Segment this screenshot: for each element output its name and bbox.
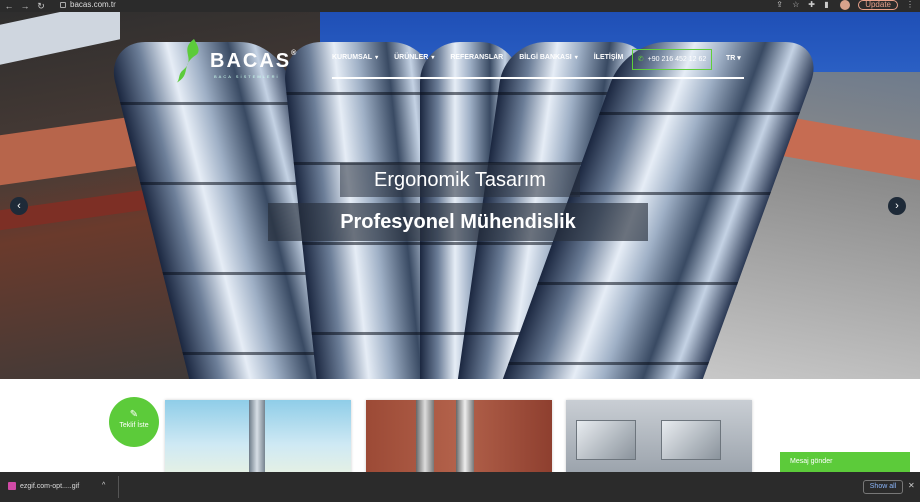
extensions-icon[interactable]: ✚ [808, 1, 816, 9]
nav-item-referanslar[interactable]: REFERANSLAR [450, 54, 503, 61]
nav-item-kurumsal[interactable]: KURUMSAL ▾ [332, 54, 378, 61]
chevron-right-icon: › [895, 200, 899, 212]
edit-icon: ✎ [129, 409, 139, 420]
product-card[interactable] [165, 400, 351, 475]
slider-prev-button[interactable]: ‹ [10, 197, 28, 215]
chevron-down-icon: ▾ [431, 55, 435, 61]
site-logo[interactable]: BACAS® BACA SİSTEMLERİ [174, 38, 298, 84]
nav-item-bilgi-bankasi[interactable]: BİLGİ BANKASI ▾ [519, 54, 578, 61]
download-bar: ezgif.com-opt.....gif ^ Show all ✕ [0, 472, 920, 502]
profile-avatar[interactable] [840, 0, 851, 10]
reload-icon[interactable]: ↻ [36, 1, 46, 11]
hero-slider: ‹ › Ergonomik Tasarım Profesyonel Mühend… [0, 12, 920, 379]
phone-icon: ✆ [637, 56, 644, 63]
back-icon[interactable]: ← [4, 1, 14, 11]
language-selector[interactable]: TR ▾ [726, 54, 741, 62]
main-nav: KURUMSAL ▾ ÜRÜNLER ▾ REFERANSLAR BİLGİ BAN… [332, 54, 623, 61]
chevron-left-icon: ‹ [17, 200, 21, 212]
share-icon[interactable]: ⇪ [776, 1, 784, 9]
close-icon[interactable]: ✕ [908, 481, 915, 490]
chevron-down-icon: ▾ [574, 55, 578, 61]
download-separator [118, 476, 119, 498]
logo-subtitle: BACA SİSTEMLERİ [214, 74, 280, 79]
show-all-button[interactable]: Show all [863, 480, 903, 494]
browser-toolbar: ← → ↻ bacas.com.tr ⇪ ☆ ✚ ▮ Update ⋮ [0, 0, 920, 12]
url-text: bacas.com.tr [70, 0, 116, 9]
chevron-down-icon: ▾ [375, 55, 379, 61]
product-card[interactable] [566, 400, 752, 475]
download-item[interactable]: ezgif.com-opt.....gif [8, 482, 79, 490]
chevron-up-icon[interactable]: ^ [102, 482, 105, 489]
address-bar[interactable]: bacas.com.tr [60, 0, 116, 10]
nav-item-iletisim[interactable]: İLETİŞİM [594, 54, 624, 61]
forward-icon[interactable]: → [20, 1, 30, 11]
teklif-iste-button[interactable]: ✎ Teklif İste [109, 397, 159, 447]
update-button[interactable]: Update [858, 0, 898, 10]
product-card[interactable] [366, 400, 552, 475]
browser-nav: ← → ↻ [4, 1, 46, 11]
nav-item-urunler[interactable]: ÜRÜNLER ▾ [394, 54, 434, 61]
logo-leaf-icon [176, 39, 199, 83]
gif-file-icon [8, 482, 16, 490]
bookmark-star-icon[interactable]: ☆ [792, 1, 800, 9]
slider-next-button[interactable]: › [888, 197, 906, 215]
nav-divider [332, 77, 744, 79]
logo-text: BACAS® [210, 49, 299, 72]
menu-kebab-icon[interactable]: ⋮ [906, 1, 914, 9]
phone-button[interactable]: ✆ +90 216 452 12 62 [632, 49, 712, 70]
browser-actions: ⇪ ☆ ✚ ▮ Update ⋮ [776, 0, 914, 10]
lock-icon [60, 1, 66, 8]
hero-caption-secondary: Profesyonel Mühendislik [268, 203, 648, 241]
send-message-button[interactable]: Mesaj gönder [780, 452, 910, 472]
hero-caption-primary: Ergonomik Tasarım [340, 163, 580, 197]
sidebar-icon[interactable]: ▮ [824, 1, 832, 9]
chevron-down-icon: ▾ [737, 55, 741, 62]
